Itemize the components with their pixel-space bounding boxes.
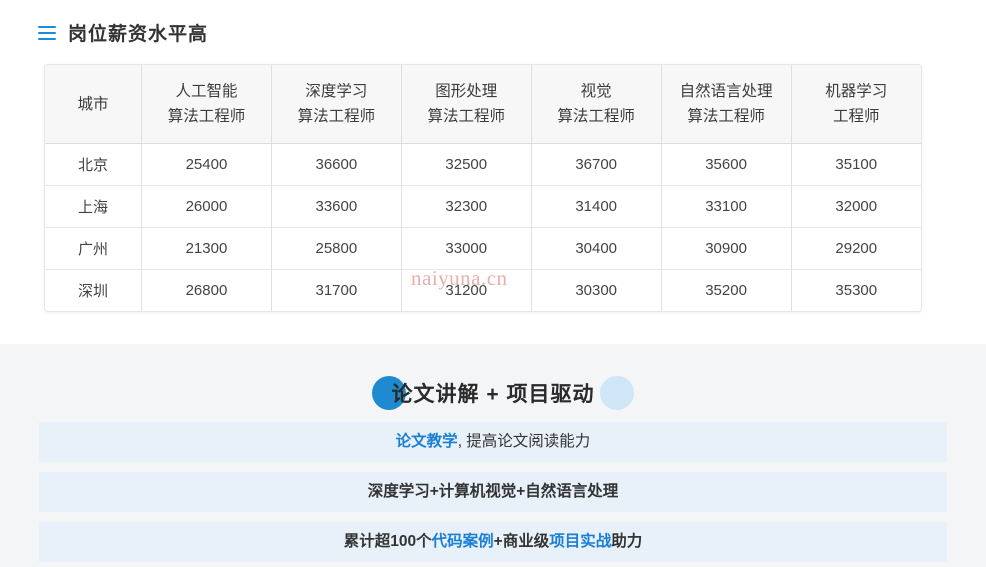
table-row: 广州 21300 25800 33000 30400 30900 29200 (45, 227, 921, 270)
cell-value: 35300 (835, 282, 878, 299)
cell-value: 36600 (271, 143, 402, 186)
highlight-keyword-projects: 项目实战 (549, 533, 612, 550)
highlight-text-suffix: 助力 (611, 533, 643, 550)
cell-value: 26800 (141, 269, 272, 311)
cell-value: 35200 (661, 269, 792, 311)
highlight-text: 深度学习+计算机视觉+自然语言处理 (367, 483, 619, 500)
cell-city: 广州 (45, 227, 142, 270)
cell-city: 深圳 (45, 269, 142, 311)
course-highlights-panel: 论文讲解 + 项目驱动 论文教学, 提高论文阅读能力 深度学习+计算机视觉+自然… (0, 344, 986, 567)
cell-value: 30400 (531, 227, 662, 270)
cell-value: 32000 (791, 185, 921, 228)
panel-title: 论文讲解 + 项目驱动 (391, 383, 595, 406)
cell-value: 30900 (661, 227, 792, 270)
section-header: 岗位薪资水平高 (0, 0, 986, 48)
column-header-vision-algorithm-engineer: 视觉 算法工程师 (531, 65, 662, 144)
table-header: 城市 人工智能 算法工程师 深度学习 算法工程师 图形处理 算法工程师 视觉 算… (45, 65, 921, 144)
highlight-row-2: 深度学习+计算机视觉+自然语言处理 (39, 472, 947, 512)
cell-value: 26000 (141, 185, 272, 228)
cell-value: 32500 (401, 143, 532, 186)
salary-table-card: 城市 人工智能 算法工程师 深度学习 算法工程师 图形处理 算法工程师 视觉 算… (44, 64, 922, 312)
cell-value: 31400 (531, 185, 662, 228)
table-body: 北京 25400 36600 32500 36700 35600 35100 上… (45, 143, 921, 311)
column-header-nlp-algorithm-engineer: 自然语言处理 算法工程师 (661, 65, 792, 144)
cell-value: 35600 (661, 143, 792, 186)
highlight-row-3: 累计超100个代码案例+商业级项目实战助力 (39, 522, 947, 562)
menu-bars-icon (38, 26, 56, 40)
cell-value: 32300 (401, 185, 532, 228)
cell-value: 33600 (271, 185, 402, 228)
cell-value: 35100 (791, 143, 921, 186)
table-header-row: 城市 人工智能 算法工程师 深度学习 算法工程师 图形处理 算法工程师 视觉 算… (45, 65, 921, 144)
salary-table: 城市 人工智能 算法工程师 深度学习 算法工程师 图形处理 算法工程师 视觉 算… (45, 65, 921, 311)
decor-circle-right-icon (600, 376, 634, 410)
cell-city: 北京 (45, 143, 142, 186)
column-header-ai-algorithm-engineer: 人工智能 算法工程师 (141, 65, 272, 144)
cell-value: 31700 (271, 269, 402, 311)
panel-title-wrap: 论文讲解 + 项目驱动 (0, 364, 986, 422)
cell-value: 30300 (531, 269, 662, 311)
column-header-deep-learning-algorithm-engineer: 深度学习 算法工程师 (271, 65, 402, 144)
cell-value: 33100 (661, 185, 792, 228)
cell-value: 21300 (141, 227, 272, 270)
column-header-city: 城市 (45, 65, 142, 144)
page-title: 岗位薪资水平高 (68, 23, 209, 45)
table-row: 北京 25400 36600 32500 36700 35600 35100 (45, 143, 921, 186)
table-row: 上海 26000 33600 32300 31400 33100 32000 (45, 185, 921, 228)
highlight-text: , 提高论文阅读能力 (457, 433, 591, 450)
cell-city: 上海 (45, 185, 142, 228)
highlight-keyword-code-cases: 代码案例 (431, 533, 494, 550)
highlight-keyword: 论文教学 (395, 433, 458, 450)
cell-value: 29200 (791, 227, 921, 270)
highlight-text-prefix: 累计超100个 (343, 533, 432, 550)
highlight-row-1: 论文教学, 提高论文阅读能力 (39, 422, 947, 462)
cell-value: 36700 (531, 143, 662, 186)
highlight-text-mid: +商业级 (493, 533, 550, 550)
cell-value: 25400 (141, 143, 272, 186)
column-header-graphics-algorithm-engineer: 图形处理 算法工程师 (401, 65, 532, 144)
table-row: 深圳 26800 31700 31200 30300 35200 35300 (45, 269, 921, 311)
column-header-machine-learning-engineer: 机器学习 工程师 (791, 65, 921, 144)
cell-value: 33000 (401, 227, 532, 270)
cell-value: 25800 (271, 227, 402, 270)
cell-value: 31200 (401, 269, 532, 311)
